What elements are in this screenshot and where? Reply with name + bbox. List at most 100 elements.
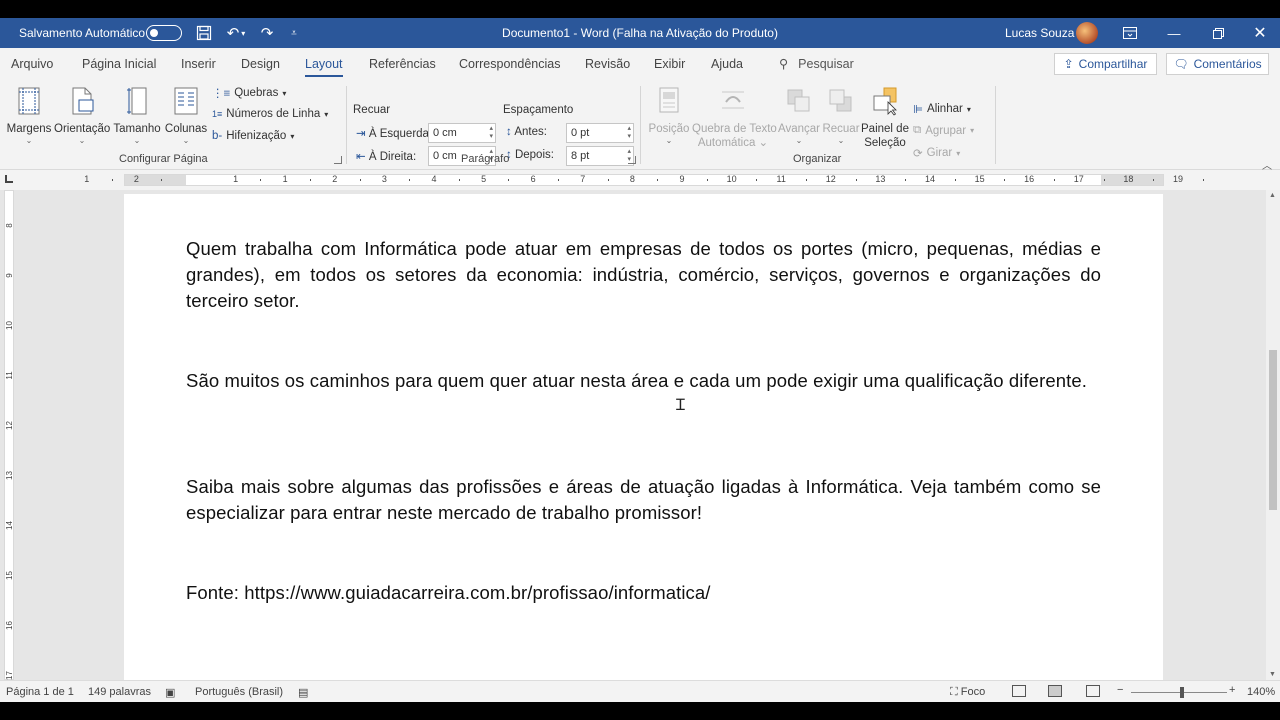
tab-inserir[interactable]: Inserir <box>181 57 216 71</box>
zoom-slider[interactable] <box>1131 692 1227 693</box>
spinner-arrows[interactable]: ▴ ▾ <box>489 125 493 141</box>
scroll-up-icon[interactable]: ▲ <box>1269 192 1276 199</box>
zoom-out-icon[interactable]: − <box>1117 684 1123 696</box>
scrollbar-thumb[interactable] <box>1269 350 1277 510</box>
avatar[interactable] <box>1076 22 1098 44</box>
tab-exibir[interactable]: Exibir <box>654 57 685 71</box>
bring-forward-button[interactable]: Avançar ⌄ <box>776 86 822 145</box>
paragraph-1[interactable]: Quem trabalha com Informática pode atuar… <box>186 236 1101 314</box>
ruler-number: 13 <box>875 174 886 184</box>
undo-icon[interactable]: ↶ ▾ <box>222 23 250 43</box>
position-button[interactable]: Posição ⌄ <box>647 86 691 145</box>
send-backward-icon <box>829 89 852 112</box>
status-bar: Página 1 de 1 149 palavras ▣ Português (… <box>0 680 1280 702</box>
ruler-tick <box>260 179 262 181</box>
share-button[interactable]: ⇪ Compartilhar <box>1054 53 1157 75</box>
paragraph-3[interactable]: Saiba mais sobre algumas das profissões … <box>186 474 1101 526</box>
proofing-icon[interactable]: ▣ <box>165 686 175 699</box>
position-label: Posição <box>648 123 690 135</box>
tab-referencias[interactable]: Referências <box>369 57 436 71</box>
paragraph-launcher-icon[interactable] <box>628 156 636 164</box>
print-layout-icon[interactable] <box>1048 685 1062 697</box>
breaks-button[interactable]: ⋮≡ Quebras ▾ <box>212 86 286 100</box>
ruler-number: 14 <box>924 174 936 184</box>
comments-button[interactable]: 🗨 Comentários <box>1166 53 1269 75</box>
columns-button[interactable]: Colunas ⌄ <box>164 86 208 145</box>
tab-correspondencias[interactable]: Correspondências <box>459 57 560 71</box>
ruler-tick <box>359 179 361 181</box>
restore-icon[interactable] <box>1196 18 1240 48</box>
scroll-down-icon[interactable]: ▼ <box>1269 671 1276 678</box>
hyphenation-button[interactable]: b- Hifenização ▾ <box>212 130 294 142</box>
paragraph-group-label: Parágrafo <box>461 153 510 165</box>
share-icon: ⇪ <box>1063 57 1074 71</box>
tab-arquivo[interactable]: Arquivo <box>11 57 53 71</box>
zoom-slider-thumb[interactable] <box>1180 687 1184 698</box>
close-icon[interactable]: ✕ <box>1238 18 1280 48</box>
tab-revisao[interactable]: Revisão <box>585 57 630 71</box>
align-button[interactable]: ⊫ Alinhar ▾ <box>913 102 971 116</box>
macro-recording-icon[interactable]: ▤ <box>298 686 308 699</box>
spinner-arrows[interactable]: ▴ ▾ <box>627 125 631 141</box>
size-button[interactable]: Tamanho ⌄ <box>113 86 161 145</box>
chevron-down-icon: ⌄ <box>133 136 141 145</box>
wrap-text-button[interactable]: Quebra de Texto Automática ⌄ <box>692 86 777 150</box>
ruler-area: 1 2 1 1 2 3 4 5 6 7 8 9 10 11 12 13 14 15 16 17 18 19 <box>0 170 1280 190</box>
save-icon[interactable] <box>194 23 214 43</box>
text-cursor-icon: Ɪ <box>676 397 685 414</box>
ruler-tick <box>756 179 758 181</box>
paragraph-2[interactable]: São muitos os caminhos para quem quer at… <box>186 368 1101 394</box>
ruler-number: 16 <box>1024 174 1035 184</box>
ruler-number: 18 <box>1123 174 1134 184</box>
vertical-ruler-number: 9 <box>5 273 14 278</box>
customize-qat-icon[interactable]: ⩡ <box>284 23 304 43</box>
spacing-after-label: ↕ Depois: <box>506 149 554 161</box>
vertical-ruler[interactable]: 8 9 10 11 12 13 14 15 16 17 <box>4 190 14 680</box>
zoom-in-icon[interactable]: + <box>1229 684 1235 696</box>
vertical-scrollbar[interactable]: ▲ ▼ <box>1266 190 1280 680</box>
autosave-toggle[interactable] <box>146 25 182 41</box>
search-box[interactable]: ⚲ Pesquisar <box>779 56 854 71</box>
autosave-label: Salvamento Automático <box>19 26 146 40</box>
paragraph-4[interactable]: Fonte: https://www.guiadacarreira.com.br… <box>186 580 1101 606</box>
tab-layout[interactable]: Layout <box>305 57 343 77</box>
focus-button[interactable]: ⛶ Foco <box>950 686 985 699</box>
web-layout-icon[interactable] <box>1086 685 1100 697</box>
spacing-after-input[interactable]: 8 pt ▴ ▾ <box>566 146 634 166</box>
spacing-before-icon: ↕ <box>506 126 512 138</box>
ruler-number: 1 <box>84 174 90 184</box>
group-button[interactable]: ⧉ Agrupar ▾ <box>913 124 974 137</box>
document-page[interactable]: Quem trabalha com Informática pode atuar… <box>124 194 1163 680</box>
user-name[interactable]: Lucas Souza <box>1005 26 1074 40</box>
indent-left-input[interactable]: 0 cm ▴ ▾ <box>428 123 496 143</box>
ruler-number: 6 <box>530 174 536 184</box>
page-setup-group-label: Configurar Página <box>119 153 208 165</box>
redo-icon[interactable]: ↷ <box>257 23 277 43</box>
ruler-tick <box>905 179 907 181</box>
minimize-icon[interactable]: — <box>1152 18 1196 48</box>
read-mode-icon[interactable] <box>1012 685 1026 697</box>
send-backward-button[interactable]: Recuar ⌄ <box>822 86 860 145</box>
indent-left-label: ⇥ À Esquerda: <box>356 128 433 140</box>
tab-ajuda[interactable]: Ajuda <box>711 57 743 71</box>
horizontal-ruler[interactable]: 1 2 1 1 2 3 4 5 6 7 8 9 10 11 12 13 14 15 16 17 18 19 <box>84 174 1204 186</box>
spacing-before-input[interactable]: 0 pt ▴ ▾ <box>566 123 634 143</box>
rotate-button[interactable]: ⟳ Girar ▾ <box>913 146 960 160</box>
margins-button[interactable]: Margens ⌄ <box>6 86 52 145</box>
comment-icon: 🗨 <box>1173 57 1189 71</box>
ruler-tick <box>806 179 807 181</box>
page-count[interactable]: Página 1 de 1 <box>6 686 74 698</box>
page-setup-launcher-icon[interactable] <box>334 156 342 164</box>
tab-design[interactable]: Design <box>241 57 280 71</box>
selection-pane-button[interactable]: Painel de Seleção <box>861 86 909 150</box>
orientation-button[interactable]: Orientação ⌄ <box>54 86 110 145</box>
line-numbers-button[interactable]: 1≡ Números de Linha ▾ <box>212 108 328 120</box>
indent-right-label: ⇤ À Direita: <box>356 151 417 163</box>
zoom-level[interactable]: 140% <box>1247 686 1275 698</box>
language-indicator[interactable]: Português (Brasil) <box>195 686 283 698</box>
word-count[interactable]: 149 palavras <box>88 686 151 698</box>
tab-pagina-inicial[interactable]: Página Inicial <box>82 57 156 71</box>
columns-icon <box>174 87 198 115</box>
ribbon-display-options-icon[interactable] <box>1108 18 1152 48</box>
tab-selector-icon[interactable] <box>5 175 13 183</box>
